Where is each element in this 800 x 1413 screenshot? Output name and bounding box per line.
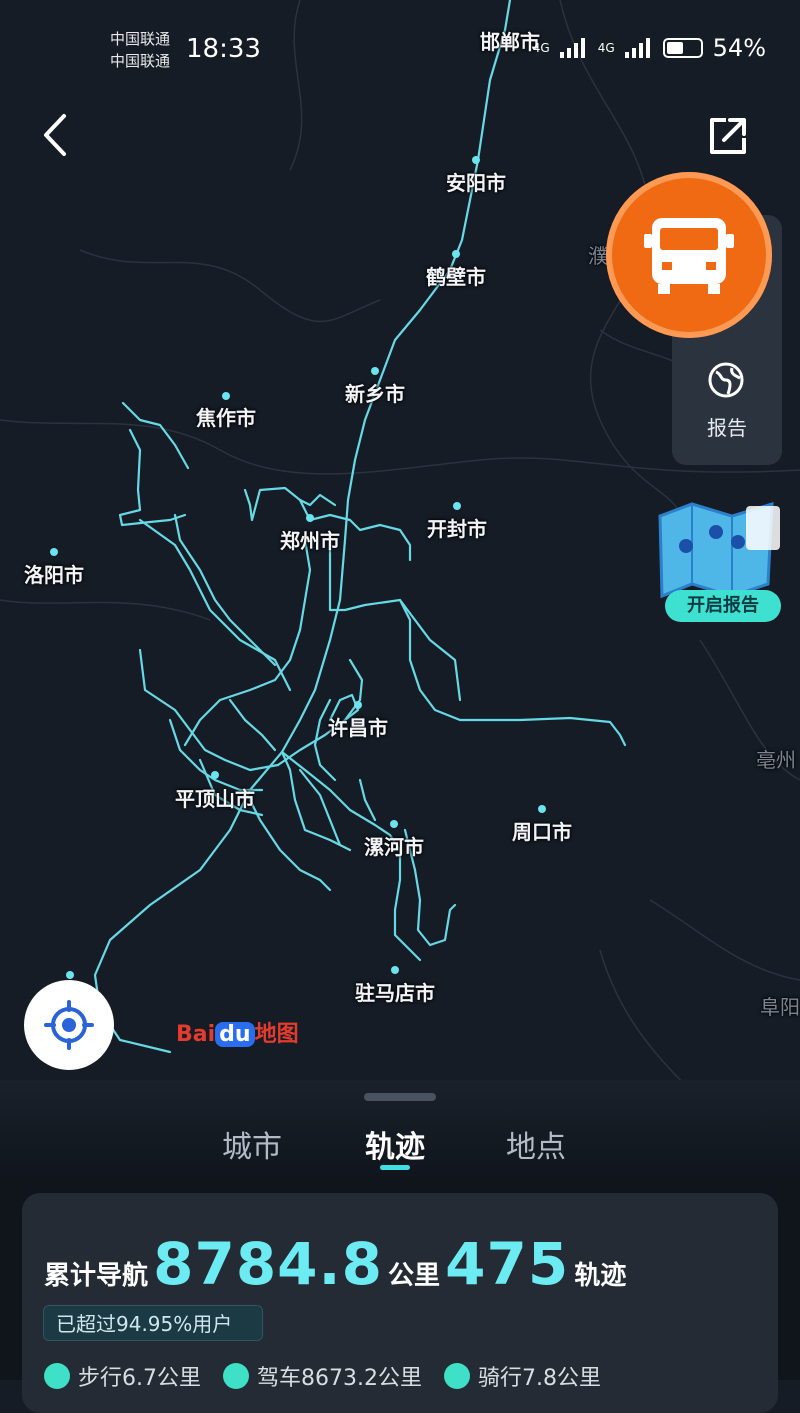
baidu-map-logo: Bai du 地图 (176, 1022, 299, 1047)
report-label[interactable]: 报告 (672, 412, 782, 441)
city-dot (472, 156, 480, 164)
status-bar: 中国联通 中国联通 18:33 4G 4G 54% (0, 22, 800, 82)
tab-track[interactable]: 轨迹 (365, 1122, 425, 1166)
city-label[interactable]: 鹤壁市 (426, 261, 486, 290)
city-dot (453, 502, 461, 510)
status-icons: 4G 4G 54% (533, 34, 766, 62)
network-icon: 4G (532, 41, 550, 55)
city-label[interactable]: 濮 (588, 240, 608, 269)
travel-modes: 步行6.7公里 驾车8673.2公里 骑行7.8公里 (44, 1360, 601, 1392)
city-dot (66, 971, 74, 979)
car-icon (223, 1363, 249, 1389)
tracks-value: 475 (445, 1230, 570, 1298)
mode-car: 驾车8673.2公里 (223, 1360, 422, 1392)
battery-icon (662, 38, 703, 58)
city-label[interactable]: 郑州市 (280, 525, 340, 554)
mode-bike: 骑行7.8公里 (443, 1360, 601, 1392)
city-label[interactable]: 平顶山市 (175, 783, 255, 812)
mode-label: 驾车8673.2公里 (257, 1366, 422, 1391)
share-icon[interactable] (704, 112, 752, 160)
city-label[interactable]: 洛阳市 (24, 559, 84, 588)
city-dot (371, 367, 379, 375)
network-icon-2: 4G (597, 41, 615, 55)
mode-walk: 步行6.7公里 (44, 1360, 201, 1392)
city-label[interactable]: 开封市 (427, 513, 487, 542)
truck-icon (644, 218, 734, 294)
ranking-badge: 已超过94.95%用户 (43, 1305, 263, 1341)
tracks-unit: 轨迹 (574, 1261, 627, 1291)
vehicle-mode-button[interactable] (606, 172, 772, 338)
locate-button[interactable] (24, 980, 114, 1070)
drag-handle[interactable] (364, 1093, 436, 1101)
tab-city[interactable]: 城市 (222, 1122, 282, 1166)
signal-icon-2 (624, 38, 650, 58)
city-label[interactable]: 许昌市 (328, 712, 388, 741)
city-dot (222, 392, 230, 400)
city-dot (211, 771, 219, 779)
signal-icon (559, 38, 585, 58)
summary-prefix: 累计导航 (44, 1261, 149, 1291)
carrier-info: 中国联通 中国联通 (110, 28, 170, 72)
globe-icon[interactable] (706, 360, 746, 400)
summary-line: 累计导航 8784.8 公里 475 轨迹 (44, 1230, 626, 1298)
battery-percent: 54% (712, 34, 766, 62)
back-arrow-icon[interactable] (34, 110, 78, 160)
tab-place[interactable]: 地点 (506, 1122, 566, 1166)
city-label[interactable]: 新乡市 (345, 378, 405, 407)
mode-label: 步行6.7公里 (78, 1366, 201, 1391)
city-dot (50, 548, 58, 556)
city-dot (390, 820, 398, 828)
city-dot (354, 701, 362, 709)
city-label[interactable]: 驻马店市 (355, 977, 435, 1006)
city-label[interactable]: 焦作市 (196, 402, 256, 431)
city-dot (452, 250, 460, 258)
distance-unit: 公里 (388, 1261, 441, 1291)
city-dot (391, 966, 399, 974)
city-label[interactable]: 漯河市 (364, 831, 424, 860)
city-label[interactable]: 安阳市 (446, 167, 506, 196)
clock: 18:33 (186, 34, 261, 64)
city-dot (538, 805, 546, 813)
city-label[interactable]: 周口市 (512, 816, 572, 845)
carrier-2: 中国联通 (110, 52, 171, 70)
tab-bar: 城市 轨迹 地点 (0, 1122, 800, 1170)
distance-value: 8784.8 (153, 1230, 383, 1298)
city-label[interactable]: 亳州 (756, 744, 796, 773)
active-tab-indicator (380, 1165, 410, 1170)
carrier-1: 中国联通 (110, 30, 171, 48)
city-label[interactable]: 阜阳 (760, 991, 800, 1020)
mode-label: 骑行7.8公里 (477, 1366, 601, 1391)
bike-icon (443, 1363, 470, 1389)
open-report-button[interactable]: 开启报告 (665, 590, 781, 622)
city-dot (306, 514, 314, 522)
crosshair-icon (44, 1000, 94, 1050)
walk-icon (44, 1363, 70, 1389)
